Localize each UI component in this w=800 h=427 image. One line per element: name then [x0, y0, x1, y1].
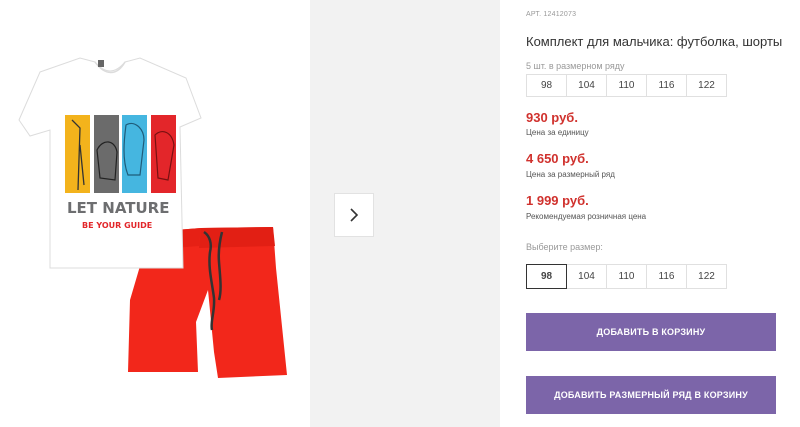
choose-size-label: Выберите размер:	[526, 242, 603, 252]
product-sku: АРТ. 12412073	[526, 11, 577, 18]
chevron-right-icon	[350, 208, 359, 222]
size-row-item: 98	[526, 74, 567, 97]
size-option-104[interactable]: 104	[566, 264, 607, 289]
product-title: Комплект для мальчика: футболка, шорты	[526, 34, 783, 49]
size-option-122[interactable]: 122	[686, 264, 727, 289]
print-line1: LET NATURE	[67, 199, 169, 217]
unit-price-label: Цена за единицу	[526, 128, 589, 137]
row-price-label: Цена за размерный ряд	[526, 170, 615, 179]
row-price: 4 650 руб.	[526, 151, 589, 166]
product-photo: LET NATURE BE YOUR GUIDE	[18, 57, 287, 378]
size-row-list: 98 104 110 116 122	[526, 74, 727, 97]
unit-price: 930 руб.	[526, 110, 578, 125]
size-row-item: 104	[566, 74, 607, 97]
size-picker: 98 104 110 116 122	[526, 264, 727, 289]
size-option-98[interactable]: 98	[526, 264, 567, 289]
size-row-item: 110	[606, 74, 647, 97]
add-size-row-to-cart-button[interactable]: ДОБАВИТЬ РАЗМЕРНЫЙ РЯД В КОРЗИНУ	[526, 376, 776, 414]
size-row-item: 122	[686, 74, 727, 97]
tshirt-image: LET NATURE BE YOUR GUIDE	[18, 57, 202, 269]
size-option-116[interactable]: 116	[646, 264, 687, 289]
product-image[interactable]: LET NATURE BE YOUR GUIDE	[0, 0, 300, 427]
retail-price: 1 999 руб.	[526, 193, 589, 208]
size-option-110[interactable]: 110	[606, 264, 647, 289]
print-line2: BE YOUR GUIDE	[82, 221, 152, 230]
size-row-item: 116	[646, 74, 687, 97]
retail-price-label: Рекомендуемая розничная цена	[526, 212, 647, 221]
size-row-label: 5 шт. в размерном ряду	[526, 61, 625, 71]
next-image-button[interactable]	[334, 193, 374, 237]
add-to-cart-button[interactable]: ДОБАВИТЬ В КОРЗИНУ	[526, 313, 776, 351]
